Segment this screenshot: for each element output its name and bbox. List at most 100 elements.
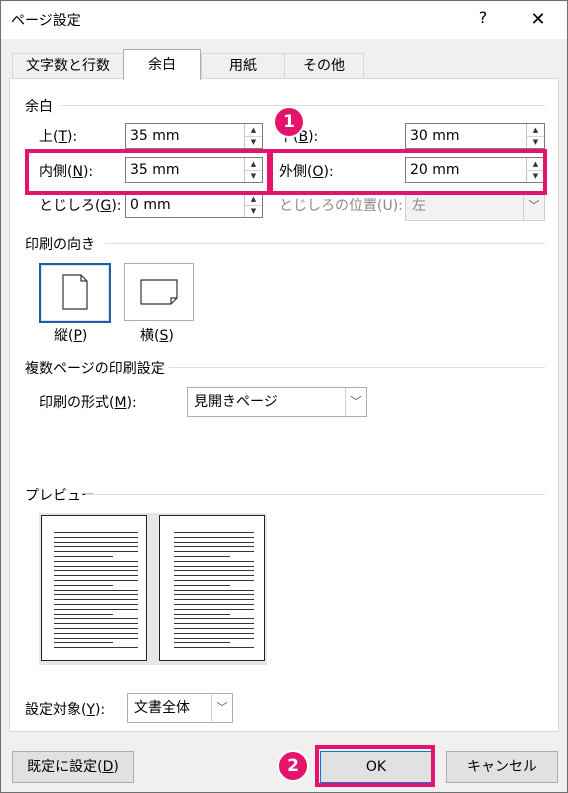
preview-text-line xyxy=(54,584,113,586)
preview-text-line xyxy=(54,589,138,591)
preview-text-line xyxy=(174,613,230,615)
preview-text-line xyxy=(174,532,254,533)
pages-section-title: 複数ページの印刷設定 xyxy=(25,361,165,377)
top-margin-label: 上(T): xyxy=(39,129,78,145)
preview-text-line xyxy=(174,647,254,649)
preview-page-right xyxy=(159,515,265,661)
step-badge-2: 2 xyxy=(277,750,309,782)
preview-text-line xyxy=(174,623,254,625)
chevron-down-icon: ﹀ xyxy=(523,192,544,220)
preview-section-title: プレビュー xyxy=(25,488,95,504)
print-format-select[interactable]: 見開きページ ﹀ xyxy=(187,387,367,417)
tab-paper[interactable]: 用紙 xyxy=(201,53,285,79)
spin-down-icon[interactable]: ▼ xyxy=(245,136,262,148)
preview-text-line xyxy=(174,536,254,538)
tab-other[interactable]: その他 xyxy=(284,53,364,79)
preview-text-line xyxy=(54,604,138,605)
top-margin-value: 35 mm xyxy=(130,128,180,144)
title-bar: ページ設定 ? ✕ xyxy=(1,1,567,39)
help-button[interactable]: ? xyxy=(471,8,495,27)
preview-text-line xyxy=(174,594,254,596)
spin-down-icon[interactable]: ▼ xyxy=(527,136,544,148)
margins-section-title: 余白 xyxy=(25,99,53,115)
tab-margins[interactable]: 余白 xyxy=(123,49,201,80)
preview-text-line xyxy=(54,599,138,601)
gutter-spinner[interactable]: 0 mm ▲ ▼ xyxy=(125,192,263,218)
preview-text-line xyxy=(174,599,254,601)
preview-text-line xyxy=(54,594,138,596)
preview-text-line xyxy=(54,613,113,615)
preview-text-line xyxy=(174,604,254,605)
portrait-label: 縦(P) xyxy=(54,328,88,344)
preview-text-line xyxy=(174,637,254,639)
preview-text-line xyxy=(174,608,254,610)
set-default-button[interactable]: 既定に設定(D) xyxy=(12,751,134,783)
cancel-button[interactable]: キャンセル xyxy=(446,751,558,783)
portrait-button[interactable] xyxy=(39,263,111,323)
bottom-margin-value: 30 mm xyxy=(410,128,460,144)
section-divider xyxy=(85,494,545,495)
preview-text-line xyxy=(54,541,138,543)
preview-text-line xyxy=(174,642,230,644)
preview-text-line xyxy=(54,632,138,634)
preview-area xyxy=(39,513,267,665)
preview-text-line xyxy=(54,623,138,625)
preview-page-left xyxy=(41,515,147,661)
chevron-down-icon[interactable]: ﹀ xyxy=(211,694,232,722)
apply-to-select[interactable]: 文書全体 ﹀ xyxy=(127,693,233,723)
preview-text-line xyxy=(54,642,113,644)
portrait-page-icon xyxy=(62,274,88,310)
landscape-button[interactable] xyxy=(124,263,194,321)
preview-text-line xyxy=(54,565,138,567)
preview-text-line xyxy=(54,580,138,581)
highlight-outer-margin xyxy=(269,149,547,195)
preview-text-line xyxy=(174,570,254,572)
preview-text-line xyxy=(54,618,138,620)
gutter-position-label: とじしろの位置(U): xyxy=(279,198,403,214)
preview-text-line xyxy=(54,536,138,538)
preview-text-line xyxy=(54,556,113,557)
page-setup-dialog: ページ設定 ? ✕ 文字数と行数 余白 用紙 その他 余白 上(T): 35 m… xyxy=(0,0,568,793)
preview-text-line xyxy=(54,570,138,572)
preview-text-line xyxy=(174,551,254,553)
section-divider xyxy=(105,243,545,244)
print-format-label: 印刷の形式(M): xyxy=(39,395,137,411)
preview-text-line xyxy=(54,647,138,649)
preview-text-line xyxy=(174,618,254,620)
landscape-page-icon xyxy=(140,279,178,305)
orientation-section-title: 印刷の向き xyxy=(25,237,95,253)
bottom-margin-spinner[interactable]: 30 mm ▲ ▼ xyxy=(405,123,545,149)
preview-text-line xyxy=(54,532,138,533)
spin-down-icon[interactable]: ▼ xyxy=(245,205,262,217)
top-margin-spinner[interactable]: 35 mm ▲ ▼ xyxy=(125,123,263,149)
preview-text-line xyxy=(174,575,254,577)
gutter-position-value: 左 xyxy=(412,198,426,214)
chevron-down-icon[interactable]: ﹀ xyxy=(345,388,366,416)
section-divider xyxy=(61,105,545,106)
apply-to-label: 設定対象(Y): xyxy=(25,702,106,718)
preview-text-line xyxy=(54,551,138,553)
preview-text-line xyxy=(174,565,254,567)
section-divider xyxy=(169,367,545,368)
gutter-value: 0 mm xyxy=(130,197,171,213)
preview-text-line xyxy=(174,589,254,591)
preview-text-line xyxy=(174,546,254,548)
preview-text-line xyxy=(174,584,230,586)
preview-text-line xyxy=(54,575,138,577)
landscape-label: 横(S) xyxy=(140,328,174,344)
preview-text-line xyxy=(174,541,254,543)
preview-text-line xyxy=(54,546,138,548)
preview-text-line xyxy=(174,580,254,581)
close-button[interactable]: ✕ xyxy=(523,6,553,34)
tab-chars-lines[interactable]: 文字数と行数 xyxy=(12,53,124,79)
highlight-inner-margin xyxy=(25,149,271,195)
preview-text-line xyxy=(54,608,138,610)
preview-text-line xyxy=(54,637,138,639)
highlight-ok-button xyxy=(315,745,435,787)
step-badge-1: 1 xyxy=(273,106,305,138)
preview-text-line xyxy=(174,632,254,634)
gutter-position-select: 左 ﹀ xyxy=(405,191,545,221)
gutter-label: とじしろ(G): xyxy=(39,198,122,214)
preview-text-line xyxy=(54,628,138,629)
window-title: ページ設定 xyxy=(11,13,81,29)
